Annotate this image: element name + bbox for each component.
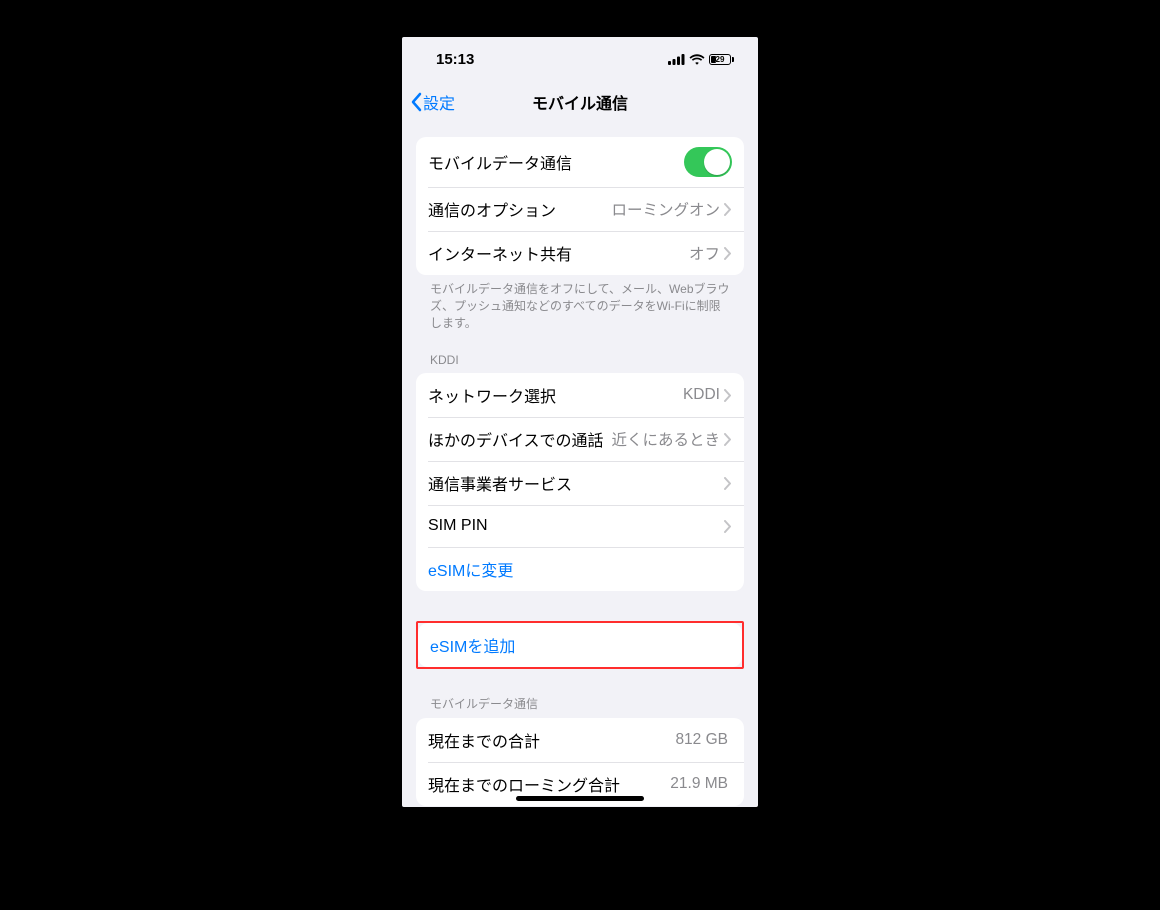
add-esim-group: eSIMを追加 <box>418 623 742 667</box>
add-esim-highlight: eSIMを追加 <box>416 621 744 669</box>
add-esim-label: eSIMを追加 <box>430 633 730 657</box>
settings-content: モバイルデータ通信 通信のオプション ローミングオン インターネット共有 オフ … <box>402 123 758 807</box>
usage-roaming-value: 21.9 MB <box>670 775 728 793</box>
cellular-footer-note: モバイルデータ通信をオフにして、メール、Webブラウズ、プッシュ通知などのすべて… <box>416 275 744 331</box>
convert-to-esim-label: eSIMに変更 <box>428 557 732 581</box>
chevron-right-icon <box>724 203 732 216</box>
status-indicators: 29 <box>668 54 734 65</box>
status-bar: 15:13 29 <box>402 37 758 81</box>
network-selection-label: ネットワーク選択 <box>428 383 683 407</box>
hotspot-label: インターネット共有 <box>428 241 689 265</box>
phone-screen: 15:13 29 設定 モバイル通信 モバイルデータ通信 <box>402 37 758 807</box>
status-time: 15:13 <box>436 51 474 68</box>
calls-on-other-devices-row[interactable]: ほかのデバイスでの通話 近くにあるとき <box>416 417 744 461</box>
calls-on-other-devices-label: ほかのデバイスでの通話 <box>428 427 611 451</box>
carrier-group: ネットワーク選択 KDDI ほかのデバイスでの通話 近くにあるとき 通信事業者サ… <box>416 373 744 591</box>
network-selection-row[interactable]: ネットワーク選択 KDDI <box>416 373 744 417</box>
cellular-data-toggle[interactable] <box>684 147 732 177</box>
hotspot-value: オフ <box>689 242 720 264</box>
back-button[interactable]: 設定 <box>410 81 455 123</box>
carrier-services-label: 通信事業者サービス <box>428 471 724 495</box>
chevron-right-icon <box>724 477 732 490</box>
apps-header-row: アプリ（使用状況） 名前で並べ替え <box>416 806 744 807</box>
usage-section-header: モバイルデータ通信 <box>416 669 744 718</box>
sim-pin-row[interactable]: SIM PIN <box>416 505 744 547</box>
home-indicator[interactable] <box>516 796 644 801</box>
page-title: モバイル通信 <box>532 90 628 114</box>
chevron-right-icon <box>724 520 732 533</box>
usage-total-label: 現在までの合計 <box>428 728 675 752</box>
chevron-right-icon <box>724 247 732 260</box>
cellular-group: モバイルデータ通信 通信のオプション ローミングオン インターネット共有 オフ <box>416 137 744 275</box>
cellular-options-row[interactable]: 通信のオプション ローミングオン <box>416 187 744 231</box>
cellular-data-row[interactable]: モバイルデータ通信 <box>416 137 744 187</box>
sim-pin-label: SIM PIN <box>428 517 724 535</box>
battery-icon: 29 <box>709 54 734 65</box>
hotspot-row[interactable]: インターネット共有 オフ <box>416 231 744 275</box>
chevron-right-icon <box>724 389 732 402</box>
chevron-right-icon <box>724 433 732 446</box>
wifi-icon <box>689 54 705 65</box>
convert-to-esim-row[interactable]: eSIMに変更 <box>416 547 744 591</box>
cellular-icon <box>668 54 685 65</box>
cellular-options-label: 通信のオプション <box>428 197 611 221</box>
nav-bar: 設定 モバイル通信 <box>402 81 758 123</box>
carrier-services-row[interactable]: 通信事業者サービス <box>416 461 744 505</box>
back-label: 設定 <box>423 90 455 114</box>
cellular-data-label: モバイルデータ通信 <box>428 150 684 174</box>
carrier-section-header: KDDI <box>416 331 744 373</box>
usage-group: 現在までの合計 812 GB 現在までのローミング合計 21.9 MB <box>416 718 744 806</box>
network-selection-value: KDDI <box>683 386 720 404</box>
usage-total-row: 現在までの合計 812 GB <box>416 718 744 762</box>
chevron-left-icon <box>410 92 422 112</box>
add-esim-row[interactable]: eSIMを追加 <box>418 623 742 667</box>
usage-total-value: 812 GB <box>675 731 728 749</box>
calls-on-other-devices-value: 近くにあるとき <box>611 428 720 450</box>
usage-roaming-label: 現在までのローミング合計 <box>428 772 670 796</box>
cellular-options-value: ローミングオン <box>611 198 720 220</box>
